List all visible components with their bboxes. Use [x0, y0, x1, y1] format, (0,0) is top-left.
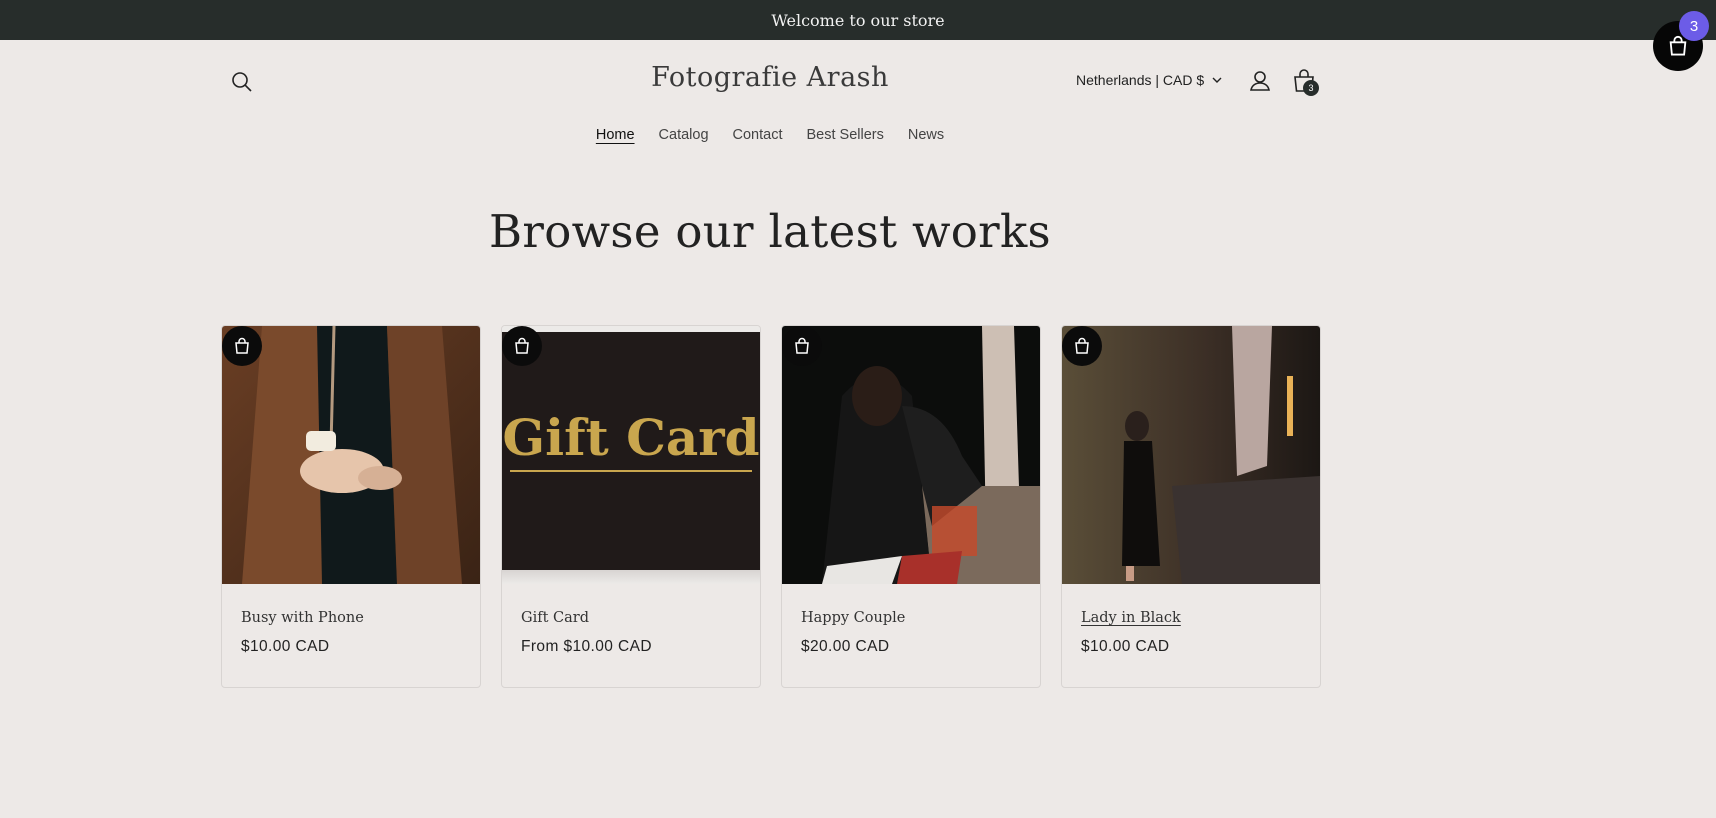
section-heading: Browse our latest works [489, 205, 1051, 258]
nav-item-home[interactable]: Home [596, 127, 635, 143]
product-card[interactable]: Lady in Black $10.00 CAD [1061, 325, 1321, 688]
product-image-busy-with-phone[interactable] [222, 326, 480, 584]
store-logo-link[interactable]: Fotografie Arash [651, 62, 889, 93]
floating-cart-count-badge: 3 [1679, 11, 1709, 41]
product-price: $10.00 CAD [241, 638, 330, 655]
shopping-bag-icon [515, 337, 529, 354]
cart-count-badge: 3 [1303, 80, 1319, 96]
nav-item-catalog[interactable]: Catalog [659, 127, 709, 143]
product-image-lady-in-black[interactable] [1062, 326, 1320, 584]
product-price: $10.00 CAD [1081, 638, 1170, 655]
quick-add-button[interactable] [502, 326, 542, 366]
main-nav: Home Catalog Contact Best Sellers News [0, 127, 1540, 143]
locale-label: Netherlands | CAD $ [1076, 72, 1205, 88]
product-title[interactable]: Happy Couple [801, 610, 905, 626]
product-card[interactable]: Busy with Phone $10.00 CAD [221, 325, 481, 688]
chevron-down-icon [1212, 77, 1222, 83]
product-price: From $10.00 CAD [521, 638, 652, 655]
product-price: $20.00 CAD [801, 638, 890, 655]
quick-add-button[interactable] [1062, 326, 1102, 366]
quick-add-button[interactable] [782, 326, 822, 366]
nav-item-best-sellers[interactable]: Best Sellers [807, 127, 884, 143]
quick-add-button[interactable] [222, 326, 262, 366]
product-title[interactable]: Busy with Phone [241, 610, 364, 626]
shopping-bag-icon [795, 337, 809, 354]
shopping-bag-icon [1075, 337, 1089, 354]
country-currency-selector[interactable]: Netherlands | CAD $ [1076, 72, 1222, 88]
product-title[interactable]: Gift Card [521, 610, 589, 626]
shopping-bag-icon [235, 337, 249, 354]
product-title[interactable]: Lady in Black [1081, 610, 1181, 626]
nav-item-contact[interactable]: Contact [733, 127, 783, 143]
account-icon[interactable] [1248, 69, 1272, 93]
product-card[interactable]: Gift Card Gift Card From $10.00 CAD [501, 325, 761, 688]
product-image-gift-card[interactable]: Gift Card [502, 326, 760, 584]
nav-item-news[interactable]: News [908, 127, 944, 143]
announcement-text: Welcome to our store [771, 10, 945, 30]
product-image-happy-couple[interactable] [782, 326, 1040, 584]
product-card[interactable]: Happy Couple $20.00 CAD [781, 325, 1041, 688]
gift-card-image-text: Gift Card [502, 408, 759, 467]
announcement-bar: Welcome to our store [0, 0, 1716, 40]
